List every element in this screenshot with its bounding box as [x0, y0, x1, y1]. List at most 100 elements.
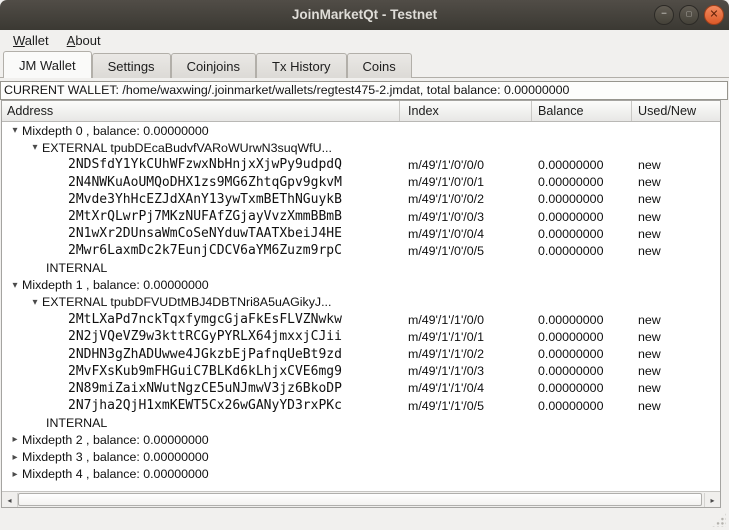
column-header-address[interactable]: Address: [2, 101, 400, 121]
tab-tx-history[interactable]: Tx History: [256, 53, 347, 78]
tree-row[interactable]: ▸ Mixdepth 4 , balance: 0.00000000: [2, 466, 720, 483]
index-cell: m/49'/1'/1'/0/5: [400, 399, 532, 413]
minimize-icon: −: [661, 10, 667, 20]
window-title: JoinMarketQt - Testnet: [0, 0, 729, 30]
status-cell: new: [632, 399, 720, 413]
tree-row[interactable]: 2N2jVQeVZ9w3kttRCGyPYRLX64jmxxjCJii m/49…: [2, 328, 720, 345]
scroll-left-button[interactable]: ◂: [2, 493, 18, 507]
tree-row[interactable]: 2Mvde3YhHcEZJdXAnY13ywTxmBEThNGuykB m/49…: [2, 191, 720, 208]
tab-bar: JM WalletSettingsCoinjoinsTx HistoryCoin…: [0, 51, 729, 78]
collapse-icon[interactable]: ▾: [8, 125, 22, 136]
status-cell: new: [632, 175, 720, 189]
tree-row[interactable]: 2NDHN3gZhADUwwe4JGkzbEjPafnqUeBt9zd m/49…: [2, 345, 720, 362]
tree-row[interactable]: 2MtLXaPd7nckTqxfymgcGjaFkEsFLVZNwkw m/49…: [2, 311, 720, 328]
tree-row[interactable]: ▾ EXTERNAL tpubDFVUDtMBJ4DBTNri8A5uAGiky…: [2, 294, 720, 311]
tab-coins[interactable]: Coins: [347, 53, 412, 78]
tree-row[interactable]: 2MvFXsKub9mFHGuiC7BLKd6kLhjxCVE6mg9 m/49…: [2, 363, 720, 380]
tree-header: AddressIndexBalanceUsed/New: [2, 101, 720, 122]
collapse-icon[interactable]: ▾: [28, 142, 42, 153]
tree-row[interactable]: ▾ Mixdepth 0 , balance: 0.00000000: [2, 122, 720, 139]
close-icon: ✕: [709, 9, 718, 20]
tree-row[interactable]: 2N1wXr2DUnsaWmCoSeNYduwTAATXbeiJ4HE m/49…: [2, 225, 720, 242]
joinmarket-window: JoinMarketQt - Testnet − □ ✕ WalletAbout…: [0, 0, 729, 530]
balance-cell: 0.00000000: [532, 381, 632, 395]
address-label: 2NDHN3gZhADUwwe4JGkzbEjPafnqUeBt9zd: [68, 347, 342, 362]
index-cell: m/49'/1'/0'/0/2: [400, 192, 532, 206]
balance-cell: 0.00000000: [532, 347, 632, 361]
scroll-right-icon: ▸: [710, 496, 714, 505]
mixdepth-label: Mixdepth 1 , balance: 0.00000000: [22, 278, 209, 292]
column-header-index[interactable]: Index: [400, 101, 532, 121]
address-label: 2MvFXsKub9mFHGuiC7BLKd6kLhjxCVE6mg9: [68, 364, 342, 379]
index-cell: m/49'/1'/0'/0/1: [400, 175, 532, 189]
scroll-left-icon: ◂: [7, 496, 11, 505]
tree-row[interactable]: ▾ Mixdepth 1 , balance: 0.00000000: [2, 277, 720, 294]
tree-row[interactable]: 2N89miZaixNWutNgzCE5uNJmwV3jz6BkoDP m/49…: [2, 380, 720, 397]
tree-row[interactable]: INTERNAL: [2, 260, 720, 277]
mixdepth-label: Mixdepth 4 , balance: 0.00000000: [22, 467, 209, 481]
column-header-used-new[interactable]: Used/New: [632, 101, 720, 121]
branch-label: EXTERNAL tpubDEcaBudvfVARoWUrwN3suqWfU..…: [42, 141, 332, 155]
mixdepth-label: Mixdepth 3 , balance: 0.00000000: [22, 450, 209, 464]
status-bar: [0, 508, 729, 530]
balance-cell: 0.00000000: [532, 158, 632, 172]
tree-row[interactable]: 2N7jha2QjH1xmKEWT5Cx26wGANyYD3rxPKc m/49…: [2, 397, 720, 414]
tab-coinjoins[interactable]: Coinjoins: [171, 53, 256, 78]
menu-item-about[interactable]: About: [58, 31, 110, 50]
status-cell: new: [632, 381, 720, 395]
index-cell: m/49'/1'/0'/0/0: [400, 158, 532, 172]
expand-icon[interactable]: ▸: [8, 452, 22, 463]
tree-rows: ▾ Mixdepth 0 , balance: 0.00000000 ▾ EXT…: [2, 122, 720, 491]
status-cell: new: [632, 210, 720, 224]
status-cell: new: [632, 227, 720, 241]
label-label: INTERNAL: [46, 416, 107, 430]
maximize-button[interactable]: □: [679, 5, 699, 25]
index-cell: m/49'/1'/1'/0/4: [400, 381, 532, 395]
tree-row[interactable]: ▾ EXTERNAL tpubDEcaBudvfVARoWUrwN3suqWfU…: [2, 139, 720, 156]
current-wallet-banner: CURRENT WALLET: /home/waxwing/.joinmarke…: [0, 81, 728, 100]
collapse-icon[interactable]: ▾: [28, 297, 42, 308]
scrollbar-thumb[interactable]: [18, 493, 702, 506]
tree-row[interactable]: 2MtXrQLwrPj7MKzNUFAfZGjayVvzXmmBBmB m/49…: [2, 208, 720, 225]
index-cell: m/49'/1'/1'/0/2: [400, 347, 532, 361]
address-label: 2N4NWKuAoUMQoDHX1zs9MG6ZhtqGpv9gkvM: [68, 175, 342, 190]
resize-grip[interactable]: [712, 513, 726, 527]
tab-settings[interactable]: Settings: [92, 53, 171, 78]
tab-jm-wallet[interactable]: JM Wallet: [3, 51, 92, 78]
label-label: INTERNAL: [46, 261, 107, 275]
tree-row[interactable]: ▸ Mixdepth 2 , balance: 0.00000000: [2, 431, 720, 448]
index-cell: m/49'/1'/0'/0/4: [400, 227, 532, 241]
index-cell: m/49'/1'/1'/0/3: [400, 364, 532, 378]
scroll-right-button[interactable]: ▸: [704, 493, 720, 507]
branch-label: EXTERNAL tpubDFVUDtMBJ4DBTNri8A5uAGikyJ.…: [42, 295, 331, 309]
address-label: 2Mvde3YhHcEZJdXAnY13ywTxmBEThNGuykB: [68, 192, 342, 207]
balance-cell: 0.00000000: [532, 192, 632, 206]
status-cell: new: [632, 158, 720, 172]
balance-cell: 0.00000000: [532, 244, 632, 258]
window-controls: − □ ✕: [654, 5, 724, 25]
tree-row[interactable]: INTERNAL: [2, 414, 720, 431]
close-button[interactable]: ✕: [704, 5, 724, 25]
status-cell: new: [632, 347, 720, 361]
tree-row[interactable]: 2N4NWKuAoUMQoDHX1zs9MG6ZhtqGpv9gkvM m/49…: [2, 174, 720, 191]
horizontal-scrollbar[interactable]: ◂ ▸: [2, 491, 720, 507]
expand-icon[interactable]: ▸: [8, 434, 22, 445]
column-header-balance[interactable]: Balance: [532, 101, 632, 121]
address-label: 2NDSfdY1YkCUhWFzwxNbHnjxXjwPy9udpdQ: [68, 157, 342, 172]
balance-cell: 0.00000000: [532, 227, 632, 241]
address-label: 2N1wXr2DUnsaWmCoSeNYduwTAATXbeiJ4HE: [68, 226, 342, 241]
tree-row[interactable]: 2NDSfdY1YkCUhWFzwxNbHnjxXjwPy9udpdQ m/49…: [2, 156, 720, 173]
mixdepth-label: Mixdepth 0 , balance: 0.00000000: [22, 124, 209, 138]
titlebar[interactable]: JoinMarketQt - Testnet − □ ✕: [0, 0, 729, 30]
status-cell: new: [632, 364, 720, 378]
menu-item-wallet[interactable]: Wallet: [4, 31, 58, 50]
tree-row[interactable]: 2Mwr6LaxmDc2k7EunjCDCV6aYM6Zuzm9rpC m/49…: [2, 242, 720, 259]
expand-icon[interactable]: ▸: [8, 469, 22, 480]
collapse-icon[interactable]: ▾: [8, 280, 22, 291]
status-cell: new: [632, 330, 720, 344]
balance-cell: 0.00000000: [532, 210, 632, 224]
balance-cell: 0.00000000: [532, 330, 632, 344]
address-label: 2Mwr6LaxmDc2k7EunjCDCV6aYM6Zuzm9rpC: [68, 243, 342, 258]
tree-row[interactable]: ▸ Mixdepth 3 , balance: 0.00000000: [2, 449, 720, 466]
minimize-button[interactable]: −: [654, 5, 674, 25]
